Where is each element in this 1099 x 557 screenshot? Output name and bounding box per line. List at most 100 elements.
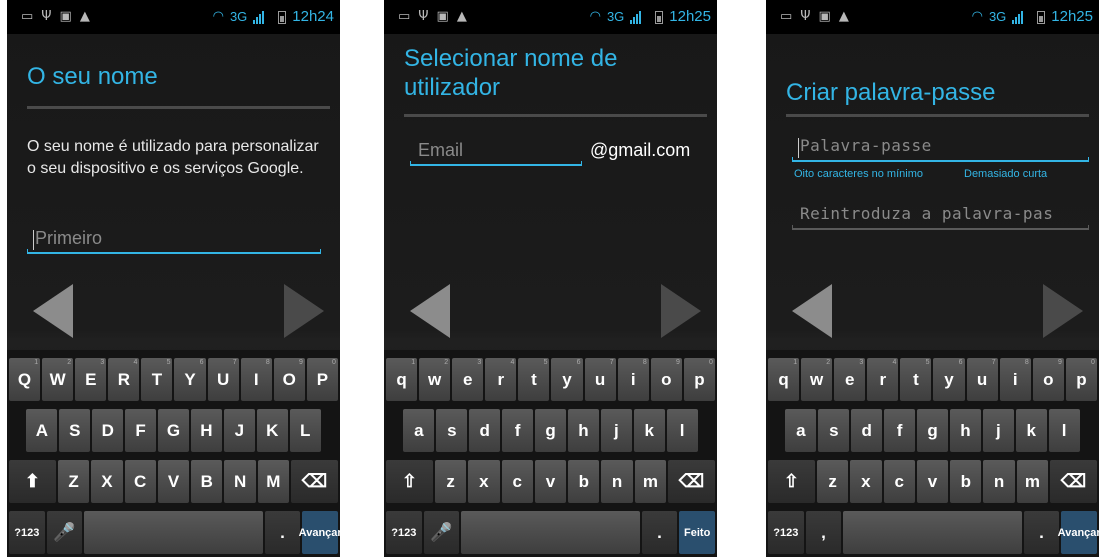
key-r[interactable]: r4 [485,358,517,401]
key-f[interactable]: f [502,409,534,452]
key-x[interactable]: X [91,460,123,503]
key-r[interactable]: R4 [108,358,140,401]
back-arrow-icon[interactable] [33,284,73,338]
done-action-key[interactable]: Feito [679,511,716,554]
key-w[interactable]: w2 [801,358,833,401]
next-action-key[interactable]: Avançar [1058,511,1099,554]
key-u[interactable]: u7 [966,358,998,401]
key-y[interactable]: y6 [551,358,583,401]
key-e[interactable]: E3 [75,358,107,401]
key-i[interactable]: i8 [617,358,649,401]
key-g[interactable]: g [535,409,566,452]
key-j[interactable]: j [600,409,632,452]
key-c[interactable]: c [501,460,533,503]
symbols-key[interactable]: ?123 [386,511,422,554]
key-s[interactable]: s [436,409,468,452]
key-l[interactable]: l [666,409,698,452]
next-action-key[interactable]: Avançar [299,511,340,554]
backspace-key[interactable]: ⌫ [668,460,715,503]
key-t[interactable]: t5 [900,358,932,401]
back-arrow-icon[interactable] [792,284,832,338]
backspace-key[interactable]: ⌫ [291,460,338,503]
key-p[interactable]: p0 [683,358,715,401]
key-y[interactable]: Y6 [174,358,206,401]
key-q[interactable]: q1 [386,358,418,401]
key-o[interactable]: O9 [273,358,305,401]
key-b[interactable]: B [191,460,223,503]
key-a[interactable]: a [403,409,435,452]
key-g[interactable]: g [917,409,948,452]
key-n[interactable]: n [983,460,1015,503]
backspace-key[interactable]: ⌫ [1050,460,1097,503]
key-f[interactable]: f [884,409,916,452]
key-b[interactable]: b [568,460,600,503]
key-t[interactable]: T5 [141,358,173,401]
key-u[interactable]: U7 [207,358,239,401]
key-n[interactable]: N [224,460,256,503]
key-m[interactable]: m [1016,460,1049,503]
key-c[interactable]: c [883,460,915,503]
shift-key[interactable]: ⇧ [386,460,433,503]
next-arrow-icon[interactable] [1043,284,1083,338]
key-e[interactable]: e3 [834,358,866,401]
key-m[interactable]: M [257,460,290,503]
confirm-password-field[interactable]: Reintroduza a palavra-pas [792,202,1089,230]
key-n[interactable]: n [601,460,633,503]
key-m[interactable]: m [634,460,667,503]
key-p[interactable]: P0 [306,358,338,401]
key-h[interactable]: H [190,409,222,452]
key-t[interactable]: t5 [518,358,550,401]
comma-key[interactable]: , [805,511,842,554]
key-q[interactable]: Q1 [9,358,41,401]
period-key[interactable]: . [641,511,678,554]
key-k[interactable]: K [256,409,288,452]
key-s[interactable]: s [818,409,850,452]
key-c[interactable]: C [124,460,156,503]
first-name-field[interactable]: Primeiro [27,226,321,254]
space-key[interactable] [84,511,263,554]
shift-key[interactable]: ⇧ [768,460,815,503]
key-y[interactable]: y6 [933,358,965,401]
key-f[interactable]: F [125,409,157,452]
key-w[interactable]: w2 [419,358,451,401]
key-k[interactable]: k [633,409,665,452]
key-z[interactable]: Z [57,460,90,503]
microphone-key[interactable]: 🎤 [46,511,83,554]
shift-key[interactable]: ⬆ [9,460,56,503]
next-arrow-icon[interactable] [284,284,324,338]
key-i[interactable]: I8 [240,358,272,401]
key-o[interactable]: o9 [1032,358,1064,401]
key-o[interactable]: o9 [650,358,682,401]
key-u[interactable]: u7 [584,358,616,401]
key-q[interactable]: q1 [768,358,800,401]
key-b[interactable]: b [950,460,982,503]
key-z[interactable]: z [434,460,467,503]
next-arrow-icon[interactable] [661,284,701,338]
key-e[interactable]: e3 [452,358,484,401]
key-v[interactable]: V [157,460,190,503]
symbols-key[interactable]: ?123 [768,511,804,554]
key-j[interactable]: j [982,409,1014,452]
key-d[interactable]: D [92,409,124,452]
key-w[interactable]: W2 [42,358,74,401]
key-h[interactable]: h [949,409,981,452]
key-p[interactable]: p0 [1065,358,1097,401]
key-j[interactable]: J [223,409,255,452]
space-key[interactable] [461,511,640,554]
key-r[interactable]: r4 [867,358,899,401]
key-v[interactable]: v [534,460,567,503]
key-g[interactable]: G [158,409,189,452]
key-s[interactable]: S [59,409,91,452]
key-l[interactable]: L [289,409,321,452]
back-arrow-icon[interactable] [410,284,450,338]
password-field[interactable]: Palavra-passe [792,134,1089,162]
key-z[interactable]: z [816,460,849,503]
key-d[interactable]: d [469,409,501,452]
key-l[interactable]: l [1048,409,1080,452]
key-a[interactable]: A [26,409,58,452]
space-key[interactable] [843,511,1022,554]
key-d[interactable]: d [851,409,883,452]
email-field[interactable]: Email [410,138,582,166]
key-v[interactable]: v [916,460,949,503]
key-i[interactable]: i8 [999,358,1031,401]
